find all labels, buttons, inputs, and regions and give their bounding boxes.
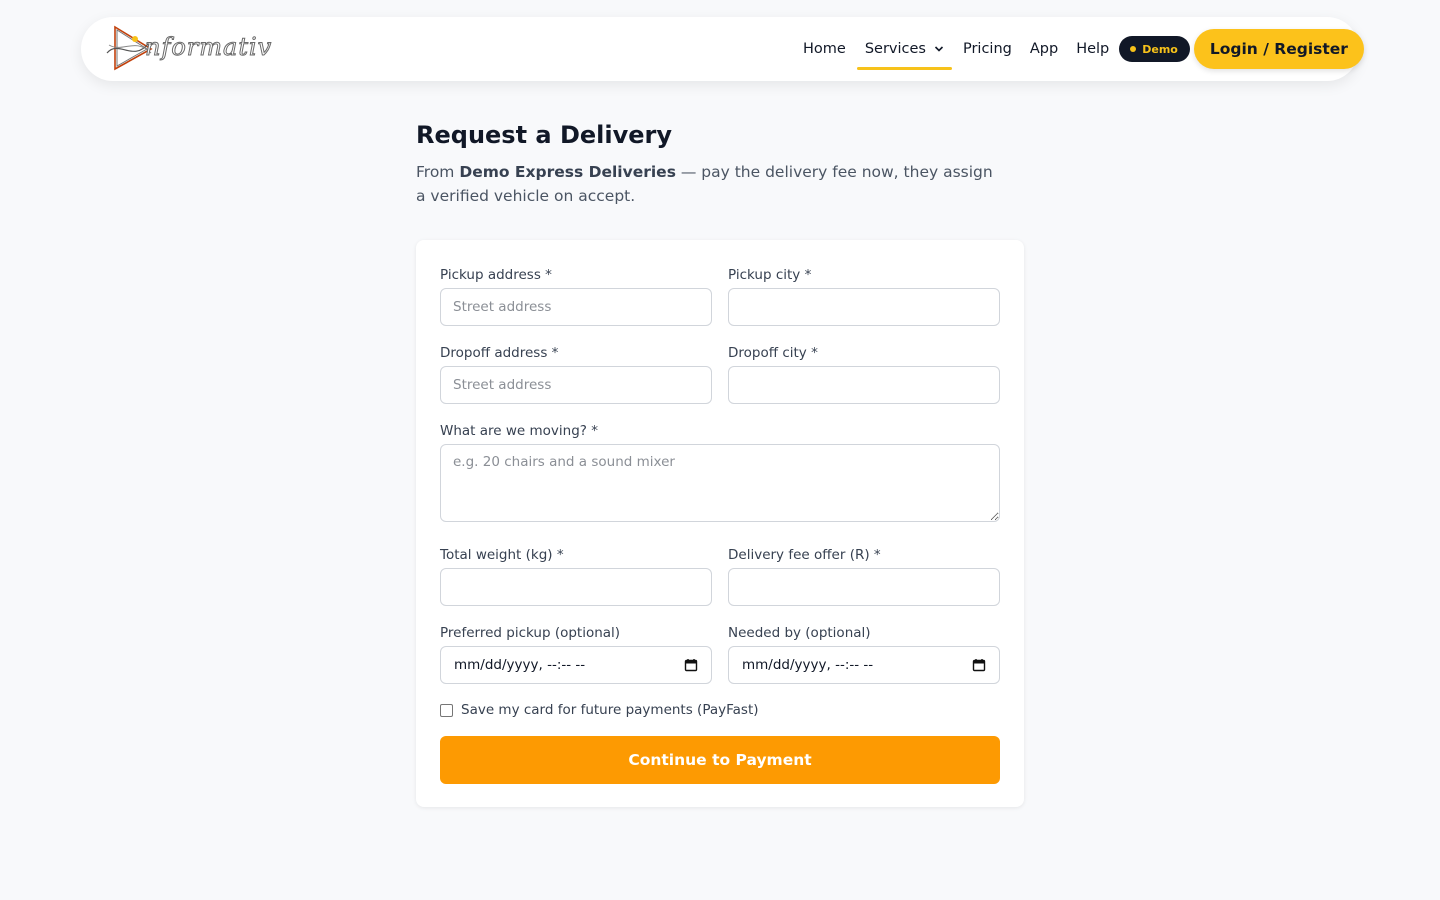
login-register-button[interactable]: Login / Register xyxy=(1193,29,1364,69)
pickup-city-group: Pickup city * xyxy=(728,265,1000,326)
nav-help[interactable]: Help xyxy=(1076,41,1109,57)
demo-badge-label: Demo xyxy=(1142,42,1178,56)
calendar-icon[interactable] xyxy=(972,658,986,672)
fee-input[interactable] xyxy=(728,568,1000,606)
nav-services-label: Services xyxy=(864,41,926,57)
brand-logo[interactable]: nformativ xyxy=(105,23,272,73)
site-header: nformativ Home Services Pricing App Help… xyxy=(81,17,1364,81)
preferred-pickup-group: Preferred pickup (optional) mm/dd/yyyy, … xyxy=(440,623,712,684)
nav-services[interactable]: Services xyxy=(856,37,953,70)
dropoff-address-label: Dropoff address * xyxy=(440,345,559,361)
page-title: Request a Delivery xyxy=(416,121,673,149)
status-dot-icon xyxy=(1130,46,1137,52)
logo-text: nformativ xyxy=(144,33,273,62)
dropoff-city-group: Dropoff city * xyxy=(728,343,1000,404)
moving-group: What are we moving? * xyxy=(440,421,1000,522)
preferred-pickup-datetime-input[interactable]: mm/dd/yyyy, --:-- -- xyxy=(440,646,712,684)
pickup-address-label: Pickup address * xyxy=(440,267,552,283)
pickup-city-input[interactable] xyxy=(728,288,1000,326)
needed-by-label: Needed by (optional) xyxy=(728,625,871,641)
save-card-label[interactable]: Save my card for future payments (PayFas… xyxy=(461,702,759,718)
save-card-checkbox[interactable] xyxy=(440,703,453,717)
weight-input[interactable] xyxy=(440,568,712,606)
needed-by-group: Needed by (optional) mm/dd/yyyy, --:-- -… xyxy=(728,623,1000,684)
pickup-address-group: Pickup address * xyxy=(440,265,712,326)
fee-group: Delivery fee offer (R) * xyxy=(728,545,1000,606)
calendar-icon[interactable] xyxy=(684,658,698,672)
pickup-address-input[interactable] xyxy=(440,288,712,326)
needed-by-datetime-input[interactable]: mm/dd/yyyy, --:-- -- xyxy=(728,646,1000,684)
nav-pricing[interactable]: Pricing xyxy=(963,41,1012,57)
main-nav: Home Services Pricing App Help Demo Logi… xyxy=(803,17,1364,81)
dropoff-city-label: Dropoff city * xyxy=(728,345,818,361)
nav-home[interactable]: Home xyxy=(803,41,846,57)
demo-badge[interactable]: Demo xyxy=(1119,36,1190,62)
preferred-pickup-value: mm/dd/yyyy, --:-- -- xyxy=(454,657,586,673)
moving-textarea[interactable] xyxy=(440,444,1000,522)
pickup-city-label: Pickup city * xyxy=(728,267,812,283)
company-name: Demo Express Deliveries xyxy=(459,163,676,181)
moving-label: What are we moving? * xyxy=(440,423,599,439)
weight-group: Total weight (kg) * xyxy=(440,545,712,606)
chevron-down-icon xyxy=(934,46,944,52)
nav-app[interactable]: App xyxy=(1030,41,1058,57)
weight-label: Total weight (kg) * xyxy=(440,547,564,563)
dropoff-address-group: Dropoff address * xyxy=(440,343,712,404)
delivery-form-card: Pickup address * Pickup city * Dropoff a… xyxy=(416,240,1024,807)
fee-label: Delivery fee offer (R) * xyxy=(728,547,881,563)
page-subtitle: From Demo Express Deliveries — pay the d… xyxy=(416,160,996,208)
dropoff-city-input[interactable] xyxy=(728,366,1000,404)
preferred-pickup-label: Preferred pickup (optional) xyxy=(440,625,621,641)
dropoff-address-input[interactable] xyxy=(440,366,712,404)
continue-to-payment-button[interactable]: Continue to Payment xyxy=(440,736,1000,784)
subtitle-prefix: From xyxy=(416,163,460,181)
save-card-row: Save my card for future payments (PayFas… xyxy=(440,702,759,718)
needed-by-value: mm/dd/yyyy, --:-- -- xyxy=(742,657,874,673)
